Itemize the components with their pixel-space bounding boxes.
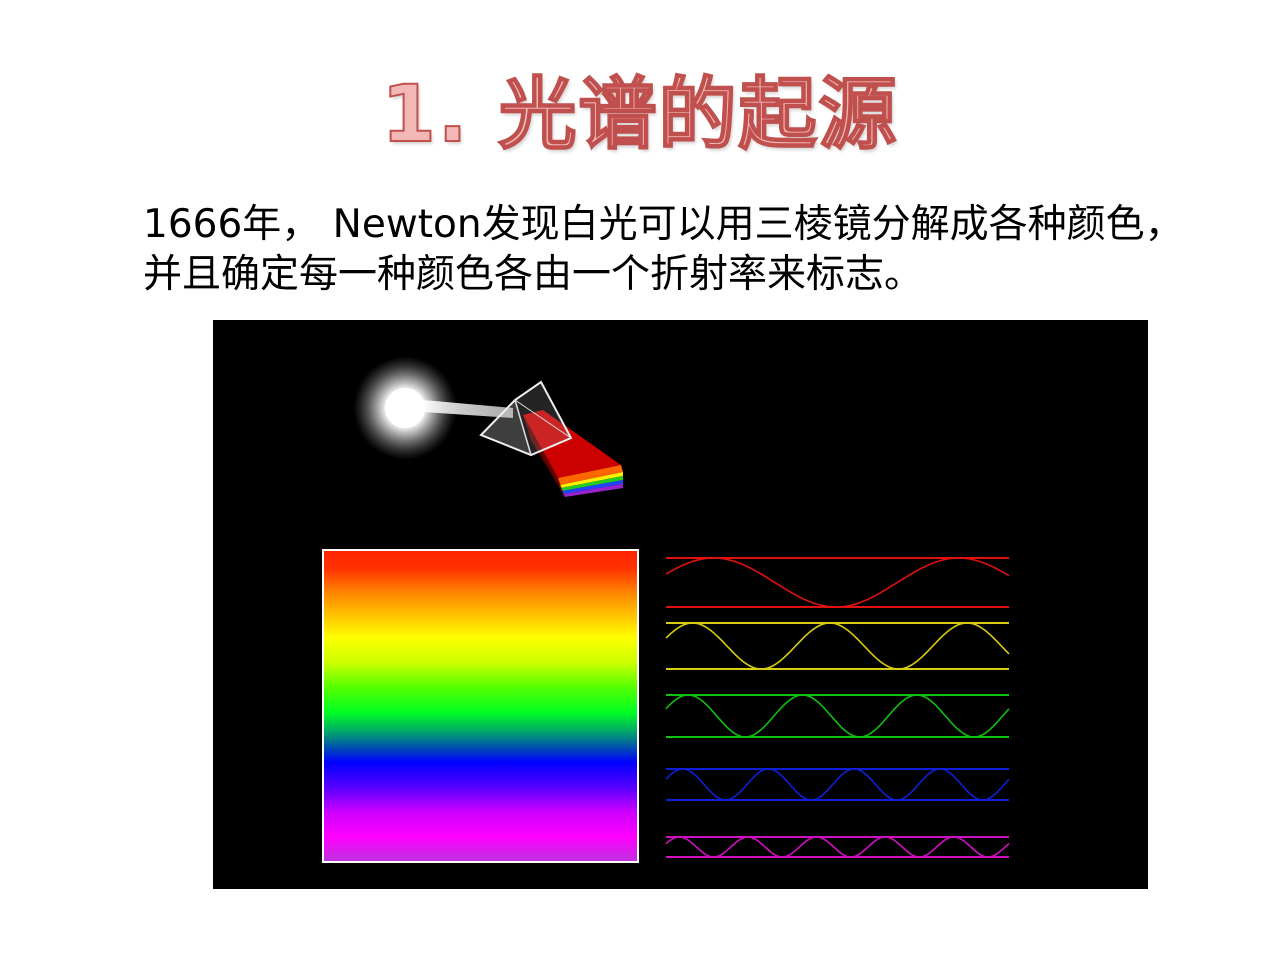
waves-panel <box>665 557 1010 858</box>
wave-2 <box>665 622 1010 670</box>
prism-icon <box>479 380 573 457</box>
wave-5 <box>665 836 1010 858</box>
prism-spectrum-illustration <box>213 320 1148 889</box>
wave-curve <box>665 557 1010 608</box>
wave-curve <box>665 622 1010 670</box>
spectrum-block <box>322 549 639 863</box>
body-paragraph: 1666年， Newton发现白光可以用三棱镜分解成各种颜色，并且确定每一种颜色… <box>143 202 1184 297</box>
illustration-canvas <box>322 356 1010 863</box>
slide-title: 1. 光谱的起源 <box>380 69 899 161</box>
wave-curve <box>665 768 1010 801</box>
wave-curve <box>665 836 1010 858</box>
wave-curve <box>665 694 1010 738</box>
wave-4 <box>665 768 1010 801</box>
wave-3 <box>665 694 1010 738</box>
wave-1 <box>665 557 1010 608</box>
